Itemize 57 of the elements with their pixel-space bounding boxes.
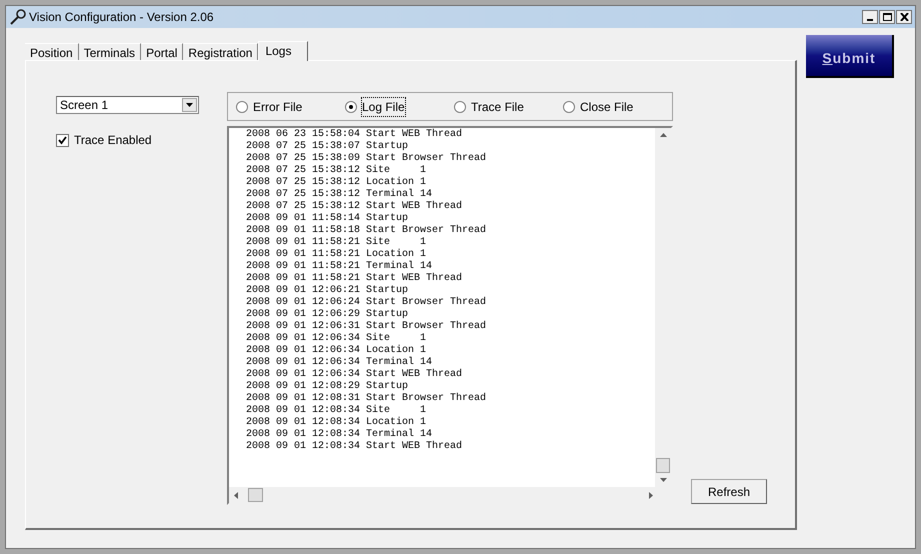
scroll-thumb[interactable] [656, 458, 670, 473]
tab[interactable]: Position [25, 43, 79, 60]
log-line: 2008 07 25 15:38:12 Start WEB Thread [246, 201, 462, 213]
tab[interactable]: Logs [258, 41, 308, 61]
scroll-up-icon [660, 133, 666, 137]
log-line: 2008 09 01 12:08:34 Terminal 14 [246, 429, 432, 440]
log-line: 2008 09 01 12:06:24 Start Browser Thread [246, 297, 486, 309]
radio-button[interactable] [454, 100, 466, 112]
submit-button[interactable]: Submit [806, 35, 894, 78]
log-line: 2008 07 25 15:38:12 Site 1 [246, 165, 426, 176]
tab[interactable]: Terminals [78, 43, 142, 60]
log-line: 2008 09 01 11:58:21 Start WEB Thread [246, 273, 462, 285]
scroll-down-icon [660, 478, 666, 482]
scroll-left-icon [234, 492, 238, 498]
log-line: 2008 06 23 15:58:04 Start WEB Thread [246, 129, 462, 141]
log-line: 2008 09 01 12:08:34 Start WEB Thread [246, 441, 462, 453]
tab[interactable]: Portal [141, 43, 184, 60]
radio-label: Error File [253, 98, 302, 116]
log-line: 2008 07 25 15:38:12 Location 1 [246, 177, 426, 188]
scroll-right-icon [649, 492, 653, 498]
close-button[interactable] [896, 10, 912, 24]
log-line: 2008 09 01 12:06:34 Site 1 [246, 333, 426, 344]
log-line: 2008 09 01 12:08:34 Site 1 [246, 405, 426, 416]
log-line: 2008 09 01 11:58:21 Site 1 [246, 237, 426, 248]
log-line: 2008 09 01 11:58:21 Location 1 [246, 249, 426, 260]
log-line: 2008 09 01 11:58:21 Terminal 14 [246, 261, 432, 272]
log-line: 2008 09 01 12:08:29 Startup [246, 381, 408, 393]
log-line: 2008 09 01 12:08:31 Start Browser Thread [246, 393, 486, 404]
radio-label: Log File [362, 98, 405, 116]
log-line: 2008 09 01 11:58:18 Start Browser Thread [246, 225, 486, 236]
radio-button[interactable] [563, 100, 575, 112]
log-line: 2008 07 25 15:38:12 Terminal 14 [246, 189, 432, 200]
screen-dropdown[interactable]: Screen 1 [56, 96, 199, 114]
close-icon [900, 13, 908, 21]
log-line: 2008 09 01 12:06:31 Start Browser Thread [246, 321, 486, 332]
log-line: 2008 07 25 15:38:07 Startup [246, 141, 408, 153]
maximize-button[interactable] [879, 10, 895, 24]
checkbox-label: Trace Enabled [74, 132, 152, 149]
refresh-button[interactable]: Refresh [691, 479, 767, 504]
minimize-button[interactable] [862, 10, 878, 24]
log-line: 2008 07 25 15:38:09 Start Browser Thread [246, 153, 486, 164]
window-title: Vision Configuration - Version 2.06 [29, 9, 214, 26]
scroll-thumb[interactable] [248, 488, 263, 502]
radio-label: Close File [580, 98, 634, 116]
checkbox[interactable] [56, 134, 69, 146]
radio-button[interactable] [345, 100, 357, 112]
tab[interactable]: Registration [183, 43, 258, 60]
log-line: 2008 09 01 12:06:34 Start WEB Thread [246, 369, 462, 381]
log-line: 2008 09 01 12:06:34 Location 1 [246, 345, 426, 356]
log-line: 2008 09 01 12:06:29 Startup [246, 309, 408, 321]
radio-label: Trace File [471, 98, 524, 116]
log-line: 2008 09 01 12:06:21 Startup [246, 285, 408, 297]
log-line: 2008 09 01 11:58:14 Startup [246, 213, 408, 225]
log-line: 2008 09 01 12:06:34 Terminal 14 [246, 357, 432, 368]
log-line: 2008 09 01 12:08:34 Location 1 [246, 417, 426, 428]
dropdown-arrow-icon [186, 103, 193, 107]
radio-button[interactable] [236, 100, 248, 112]
